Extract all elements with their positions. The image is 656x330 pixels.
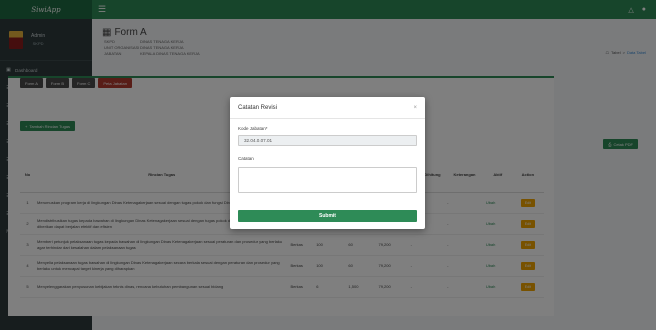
modal-header: Catatan Revisi ×: [230, 97, 425, 119]
kode-jabatan-label: Kode Jabatan*: [238, 126, 268, 131]
close-icon[interactable]: ×: [413, 105, 417, 111]
revision-modal: Catatan Revisi × Kode Jabatan* 32.04.0.0…: [230, 97, 425, 229]
kode-jabatan-input[interactable]: 32.04.0.07.01: [238, 135, 417, 146]
modal-title: Catatan Revisi: [238, 104, 278, 111]
submit-button[interactable]: Submit: [238, 210, 417, 222]
catatan-textarea[interactable]: [238, 167, 417, 193]
catatan-label: Catatan: [238, 156, 254, 161]
